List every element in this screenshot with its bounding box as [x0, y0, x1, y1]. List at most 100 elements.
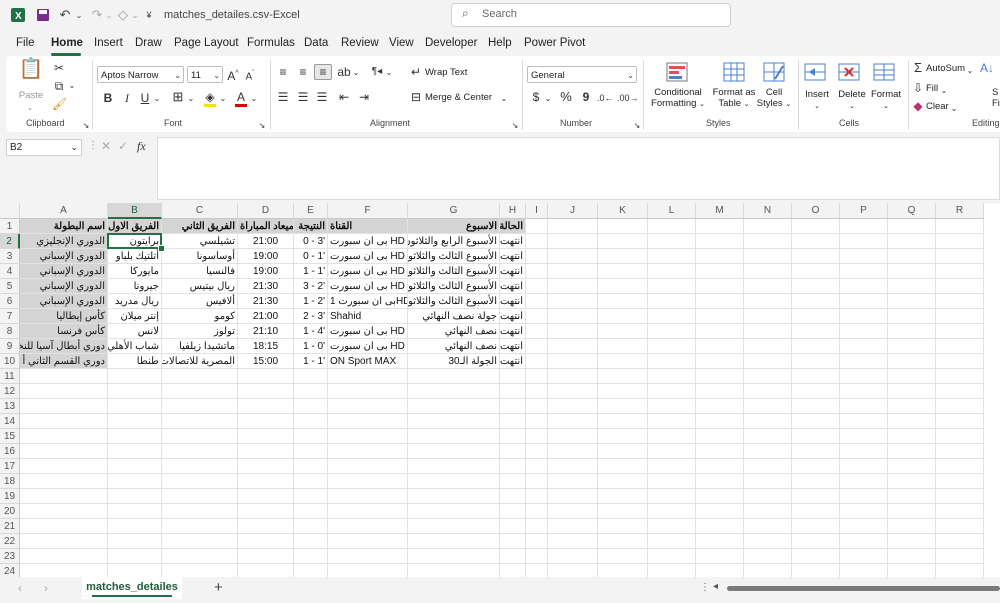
cell-n23[interactable] — [744, 549, 792, 564]
cell-i20[interactable] — [526, 504, 548, 519]
horizontal-scrollbar[interactable] — [727, 586, 1000, 591]
cell-n19[interactable] — [744, 489, 792, 504]
cell-d23[interactable] — [238, 549, 294, 564]
font-name-dropdown[interactable]: Aptos Narrow ⌄ — [97, 66, 184, 83]
cell-q23[interactable] — [888, 549, 936, 564]
cell-q19[interactable] — [888, 489, 936, 504]
cell-q10[interactable] — [888, 354, 936, 369]
cell-i5[interactable] — [526, 279, 548, 294]
cell-i13[interactable] — [526, 399, 548, 414]
cell-f17[interactable] — [328, 459, 408, 474]
cell-o21[interactable] — [792, 519, 840, 534]
cell-f7[interactable]: Shahid — [328, 309, 408, 324]
cell-l9[interactable] — [648, 339, 696, 354]
cell-m10[interactable] — [696, 354, 744, 369]
increase-decimal-icon[interactable]: .0← — [597, 91, 614, 105]
column-header-h[interactable]: H — [500, 203, 526, 219]
cell-k1[interactable] — [598, 219, 648, 234]
cell-m7[interactable] — [696, 309, 744, 324]
cell-b16[interactable] — [108, 444, 162, 459]
cell-a19[interactable] — [20, 489, 108, 504]
cell-g7[interactable]: جولة نصف النهائي — [408, 309, 500, 324]
cell-n5[interactable] — [744, 279, 792, 294]
cell-e2[interactable]: '3 - 0 — [294, 234, 328, 249]
cell-d4[interactable]: 19:00 — [238, 264, 294, 279]
cell-p1[interactable] — [840, 219, 888, 234]
cell-c21[interactable] — [162, 519, 238, 534]
cell-g8[interactable]: نصف النهائي — [408, 324, 500, 339]
cell-f15[interactable] — [328, 429, 408, 444]
cell-e15[interactable] — [294, 429, 328, 444]
cell-m20[interactable] — [696, 504, 744, 519]
cell-l21[interactable] — [648, 519, 696, 534]
cell-d5[interactable]: 21:30 — [238, 279, 294, 294]
cell-e20[interactable] — [294, 504, 328, 519]
undo-icon[interactable]: ↶ — [56, 6, 74, 24]
cell-o20[interactable] — [792, 504, 840, 519]
percent-icon[interactable]: % — [559, 90, 573, 104]
cell-m13[interactable] — [696, 399, 744, 414]
cell-i14[interactable] — [526, 414, 548, 429]
row-header-4[interactable]: 4 — [0, 264, 20, 279]
cell-j15[interactable] — [548, 429, 598, 444]
currency-dropdown-icon[interactable]: ⌄ — [544, 92, 552, 106]
cell-r2[interactable] — [936, 234, 984, 249]
more-options-icon[interactable]: ⋮ — [700, 582, 710, 593]
cell-m21[interactable] — [696, 519, 744, 534]
fill-color-icon[interactable]: ◈ — [203, 90, 217, 107]
row-header-7[interactable]: 7 — [0, 309, 20, 324]
cell-o11[interactable] — [792, 369, 840, 384]
cell-e23[interactable] — [294, 549, 328, 564]
cell-q1[interactable] — [888, 219, 936, 234]
cell-g17[interactable] — [408, 459, 500, 474]
cell-d9[interactable]: 18:15 — [238, 339, 294, 354]
cell-l7[interactable] — [648, 309, 696, 324]
cell-o17[interactable] — [792, 459, 840, 474]
menu-draw[interactable]: Draw — [135, 37, 162, 49]
cell-b11[interactable] — [108, 369, 162, 384]
cell-i8[interactable] — [526, 324, 548, 339]
undo-dropdown-icon[interactable]: ⌄ — [74, 6, 84, 24]
cell-f2[interactable]: بى ان سبورت HD 3 — [328, 234, 408, 249]
cell-e8[interactable]: '4 - 1 — [294, 324, 328, 339]
cell-p8[interactable] — [840, 324, 888, 339]
cell-j24[interactable] — [548, 564, 598, 577]
cell-h4[interactable]: انتهت — [500, 264, 526, 279]
qa-dropdown-icon[interactable]: ⌄ — [130, 6, 140, 24]
borders-icon[interactable]: ⊞ — [171, 90, 185, 104]
cell-n22[interactable] — [744, 534, 792, 549]
row-header-1[interactable]: 1 — [0, 219, 20, 234]
cell-h10[interactable]: انتهت — [500, 354, 526, 369]
cell-j4[interactable] — [548, 264, 598, 279]
cell-h5[interactable]: انتهت — [500, 279, 526, 294]
cancel-icon[interactable]: ✕ — [101, 139, 111, 153]
cell-j1[interactable] — [548, 219, 598, 234]
cell-h2[interactable]: انتهت — [500, 234, 526, 249]
cell-l20[interactable] — [648, 504, 696, 519]
row-header-21[interactable]: 21 — [0, 519, 20, 534]
cell-k13[interactable] — [598, 399, 648, 414]
cell-b6[interactable]: ريال مدريد — [108, 294, 162, 309]
cell-o18[interactable] — [792, 474, 840, 489]
cell-l10[interactable] — [648, 354, 696, 369]
cell-a12[interactable] — [20, 384, 108, 399]
cell-d16[interactable] — [238, 444, 294, 459]
cell-a17[interactable] — [20, 459, 108, 474]
sort-filter-button[interactable]: S Fi — [992, 87, 1000, 109]
cell-m18[interactable] — [696, 474, 744, 489]
align-middle-icon[interactable]: ≡ — [296, 65, 310, 79]
cell-f16[interactable] — [328, 444, 408, 459]
cell-n4[interactable] — [744, 264, 792, 279]
cell-d3[interactable]: 19:00 — [238, 249, 294, 264]
cell-l17[interactable] — [648, 459, 696, 474]
cell-m24[interactable] — [696, 564, 744, 577]
cell-a7[interactable]: كأس إيطاليا — [20, 309, 108, 324]
cell-b14[interactable] — [108, 414, 162, 429]
cell-c4[interactable]: فالنسيا — [162, 264, 238, 279]
cell-f19[interactable] — [328, 489, 408, 504]
cell-n8[interactable] — [744, 324, 792, 339]
cell-n7[interactable] — [744, 309, 792, 324]
cell-q11[interactable] — [888, 369, 936, 384]
cell-q24[interactable] — [888, 564, 936, 577]
cell-k12[interactable] — [598, 384, 648, 399]
